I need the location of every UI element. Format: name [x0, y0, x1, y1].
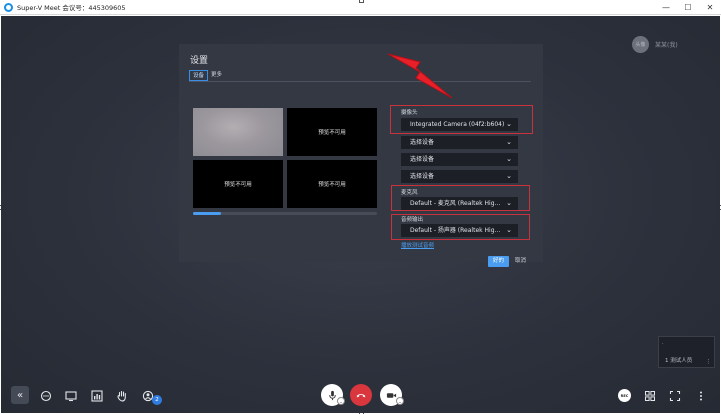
raise-hand-button[interactable]	[114, 388, 130, 404]
fullscreen-button[interactable]	[667, 388, 683, 404]
bar-chart-icon	[91, 390, 103, 402]
speaker-label: 音频输出	[401, 217, 424, 223]
camera-select-4-value: 选择设备	[410, 173, 435, 180]
camera-select[interactable]: Integrated Camera (04f2:b604) ⌄	[401, 118, 518, 131]
settings-dialog: 设置 设备 更多 预览不可用 预览不可用 预览不可用 摄像头 Integrate…	[179, 44, 543, 267]
thumbnail-menu-icon[interactable]: ⋮	[706, 359, 712, 365]
selection-handle	[359, 0, 364, 3]
hangup-button[interactable]	[350, 384, 372, 406]
minimize-button[interactable]: —	[655, 0, 677, 15]
preview-progress-fill	[193, 212, 221, 215]
presenter-avatar: 头像	[632, 35, 649, 53]
speaker-select[interactable]: Default - 扬声器 (Realtek Hig... ⌄	[401, 224, 518, 237]
lightning-bolt-annotation	[387, 53, 453, 99]
monitor-icon	[65, 391, 77, 402]
close-button[interactable]: ✕	[699, 0, 721, 15]
presenter-tile: 头像 某某(我)	[632, 24, 716, 64]
mic-select-value: Default - 麦克风 (Realtek Hig...	[410, 200, 501, 207]
dialog-title: 设置	[190, 56, 209, 66]
screen-share-button[interactable]	[63, 388, 79, 404]
camera-select-2-value: 选择设备	[410, 139, 435, 146]
preview-progress-bar	[193, 212, 377, 215]
meeting-toolbar: « 2 ⌄ ⌄ REC	[1, 382, 720, 409]
thumbnail-dot: ·	[662, 341, 664, 347]
mic-options-chevron-icon[interactable]: ⌄	[337, 397, 345, 405]
hangup-phone-icon	[356, 394, 366, 398]
camera-select-4[interactable]: 选择设备 ⌄	[401, 170, 518, 183]
more-options-button[interactable]	[693, 388, 709, 404]
camera-preview-unavailable[interactable]: 预览不可用	[287, 108, 377, 156]
tab-more[interactable]: 更多	[208, 70, 225, 81]
record-button[interactable]: REC	[618, 389, 631, 402]
play-test-audio-link[interactable]: 播放测试音频	[401, 241, 434, 249]
chevron-down-icon: ⌄	[506, 199, 512, 207]
camera-select-3-value: 选择设备	[410, 156, 435, 163]
camera-preview-unavailable[interactable]: 预览不可用	[287, 160, 377, 208]
chat-icon	[40, 390, 52, 402]
presenter-name: 某某(我)	[655, 41, 678, 49]
window-controls: — ☐ ✕	[655, 0, 721, 15]
collapse-sidebar-button[interactable]: «	[11, 386, 29, 404]
camera-preview-unavailable[interactable]: 预览不可用	[193, 160, 283, 208]
camera-select-2[interactable]: 选择设备 ⌄	[401, 136, 518, 149]
camera-preview-grid: 预览不可用 预览不可用 预览不可用	[193, 108, 377, 208]
chevron-down-icon: ⌄	[506, 155, 512, 163]
microphone-icon	[328, 390, 336, 400]
ok-button[interactable]: 好的	[488, 256, 509, 267]
meeting-stage: 头像 某某(我) · 1 测试人员 ⋮ 设置 设备 更多 预览不可用 预览不可用…	[1, 16, 720, 413]
thumbnail-label: 1 测试人员	[665, 358, 693, 364]
camera-options-chevron-icon[interactable]: ⌄	[396, 397, 404, 405]
tab-devices[interactable]: 设备	[189, 70, 209, 81]
cancel-button[interactable]: 取消	[515, 256, 526, 267]
window-title: Super-V Meet 会议号：445309605	[17, 4, 126, 12]
chevron-down-icon: ⌄	[506, 226, 512, 234]
maximize-button[interactable]: ☐	[677, 0, 699, 15]
chevron-down-icon: ⌄	[506, 120, 512, 128]
chevron-down-icon: ⌄	[506, 172, 512, 180]
speaker-select-value: Default - 扬声器 (Realtek Hig...	[410, 227, 501, 234]
app-logo-icon	[4, 2, 13, 12]
fullscreen-icon	[669, 390, 681, 402]
chat-button[interactable]	[38, 388, 54, 404]
mic-label: 麦克风	[401, 190, 418, 196]
layout-grid-button[interactable]	[642, 388, 658, 404]
mic-select[interactable]: Default - 麦克风 (Realtek Hig... ⌄	[401, 197, 518, 210]
camera-select-value: Integrated Camera (04f2:b604)	[410, 121, 505, 128]
hand-icon	[117, 390, 126, 402]
more-vertical-icon	[700, 391, 702, 401]
camera-label: 摄像头	[401, 110, 418, 116]
camera-preview-live[interactable]	[193, 108, 283, 156]
stats-button[interactable]	[89, 388, 105, 404]
settings-tabs: 设备 更多	[189, 70, 531, 82]
participants-count-badge: 2	[152, 395, 162, 405]
video-camera-icon	[386, 392, 396, 398]
chevron-down-icon: ⌄	[506, 138, 512, 146]
participant-thumbnail[interactable]: · 1 测试人员 ⋮	[658, 336, 715, 368]
camera-select-3[interactable]: 选择设备 ⌄	[401, 153, 518, 166]
grid-icon	[645, 391, 655, 401]
